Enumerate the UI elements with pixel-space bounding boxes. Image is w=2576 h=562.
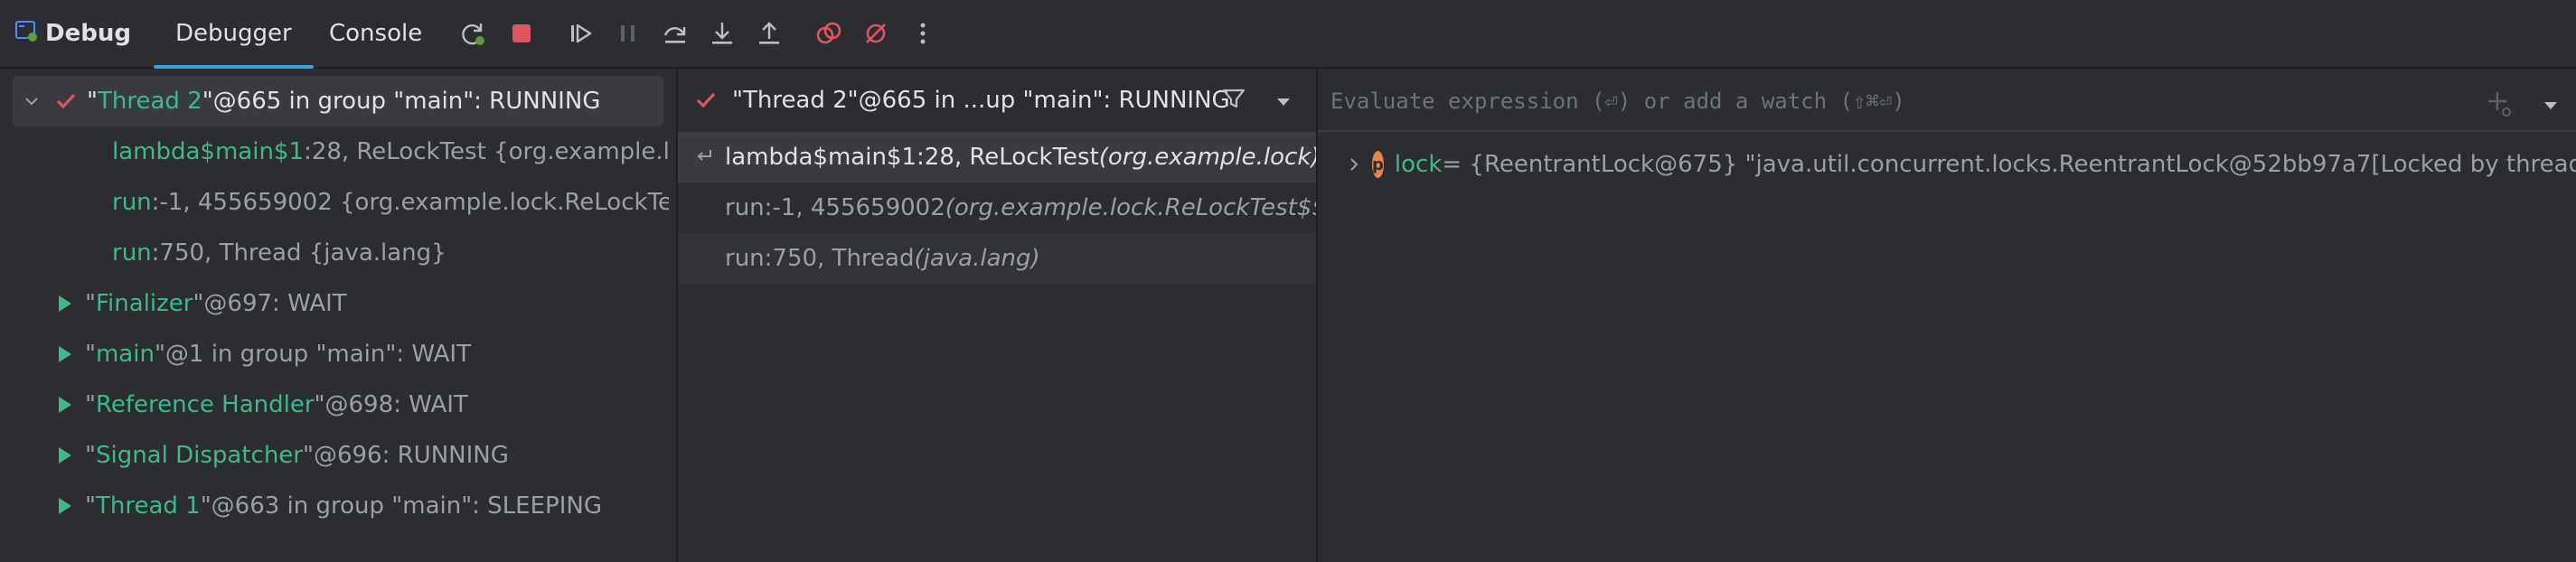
thread-name: Finalizer <box>95 290 193 317</box>
frame-location: :-1, 455659002 {org.example.lock.ReLockT… <box>151 189 669 216</box>
thread-row-current[interactable]: " Thread 2 "@665 in group "main": RUNNING <box>13 76 663 126</box>
thread-status: "@665 in group "main": RUNNING <box>202 88 601 115</box>
thread-selector[interactable]: "Thread 2"@665 in ...up "main": RUNNING <box>678 69 1316 132</box>
thread-row[interactable]: " Reference Handler "@698: WAIT <box>0 379 669 430</box>
expand-arrow-icon[interactable] <box>51 445 78 465</box>
view-breakpoints-icon[interactable] <box>813 18 844 49</box>
frame-row[interactable]: run:750, Thread (java.lang) <box>678 233 1316 284</box>
thread-row[interactable]: " main "@1 in group "main": WAIT <box>0 329 669 379</box>
frames-pane: "Thread 2"@665 in ...up "main": RUNNING … <box>676 69 1316 562</box>
frame-row[interactable]: run:-1, 455659002 (org.example.lock.ReLo… <box>678 183 1316 233</box>
thread-prefix: " <box>85 290 96 317</box>
more-icon[interactable] <box>907 18 938 49</box>
thread-name: main <box>95 341 155 368</box>
step-over-icon[interactable] <box>660 18 691 49</box>
debug-window-icon <box>14 19 38 49</box>
frame-row[interactable]: lambda$main$1:28, ReLockTest {org.exampl… <box>0 126 669 177</box>
variable-value: = {ReentrantLock@675} "java.util.concurr… <box>1442 151 2576 178</box>
thread-name: Thread 2 <box>97 88 202 115</box>
debug-tool-window-title: Debug <box>14 0 131 67</box>
filter-icon[interactable] <box>1220 85 1247 118</box>
frame-package: (org.example.lock.ReLockTest$$L <box>945 194 1316 221</box>
chevron-down-icon[interactable] <box>18 92 45 110</box>
thread-prefix: " <box>85 341 96 368</box>
thread-name: Signal Dispatcher <box>95 442 303 469</box>
thread-status: "@663 in group "main": SLEEPING <box>200 492 602 520</box>
add-watch-icon[interactable] <box>2484 89 2515 126</box>
dropdown-arrow-icon[interactable] <box>1274 90 1293 117</box>
resume-icon[interactable] <box>566 18 597 49</box>
pause-icon[interactable] <box>613 18 644 49</box>
field-badge-icon: p <box>1372 151 1384 178</box>
expand-arrow-icon[interactable] <box>51 395 78 415</box>
eval-separator <box>1318 130 2576 132</box>
return-arrow-icon <box>692 145 716 174</box>
variables-pane: Evaluate expression (⏎) or add a watch (… <box>1316 69 2576 562</box>
thread-prefix: " <box>85 391 96 418</box>
frame-method: run <box>112 239 152 267</box>
debug-title: Debug <box>45 20 131 47</box>
tab-debugger[interactable]: Debugger <box>154 0 314 69</box>
rerun-icon[interactable] <box>457 18 488 49</box>
frame-package: (java.lang) <box>914 245 1040 272</box>
checkmark-icon <box>52 89 80 113</box>
mute-breakpoints-icon[interactable] <box>860 18 891 49</box>
variable-row[interactable]: p lock = {ReentrantLock@675} "java.util.… <box>1318 139 2576 190</box>
thread-name: Reference Handler <box>95 391 315 418</box>
thread-prefix: " <box>85 492 96 520</box>
eval-placeholder: Evaluate expression (⏎) or add a watch (… <box>1330 89 1905 114</box>
frame-row-selected[interactable]: lambda$main$1:28, ReLockTest (org.exampl… <box>678 132 1316 183</box>
chevron-right-icon[interactable] <box>1345 155 1363 173</box>
thread-row[interactable]: " Finalizer "@697: WAIT <box>0 278 669 329</box>
thread-row[interactable]: " Thread 1 "@663 in group "main": SLEEPING <box>0 481 669 531</box>
frame-location: run:750, Thread <box>725 245 915 272</box>
evaluate-expression-input[interactable]: Evaluate expression (⏎) or add a watch (… <box>1330 83 2460 119</box>
stop-icon[interactable] <box>506 18 537 49</box>
frame-location: run:-1, 455659002 <box>725 194 945 221</box>
expand-arrow-icon[interactable] <box>51 294 78 314</box>
expand-arrow-icon[interactable] <box>51 344 78 364</box>
step-into-icon[interactable] <box>707 18 738 49</box>
variable-name: lock <box>1394 151 1443 178</box>
tab-console[interactable]: Console <box>329 0 422 67</box>
expand-arrow-icon[interactable] <box>51 496 78 516</box>
frame-row[interactable]: run:750, Thread {java.lang} <box>0 228 669 278</box>
frame-location: :750, Thread {java.lang} <box>151 239 447 267</box>
thread-prefix: " <box>87 88 98 115</box>
thread-row[interactable]: " Signal Dispatcher "@696: RUNNING <box>0 430 669 481</box>
thread-status: "@698: WAIT <box>314 391 468 418</box>
debug-toolbar: Debug Debugger Console <box>0 0 2576 69</box>
frame-location: lambda$main$1:28, ReLockTest <box>725 144 1099 171</box>
thread-status: "@696: RUNNING <box>302 442 509 469</box>
frame-row[interactable]: run:-1, 455659002 {org.example.lock.ReLo… <box>0 177 669 228</box>
frame-package: (org.example.lock) <box>1098 144 1316 171</box>
thread-prefix: " <box>85 442 96 469</box>
checkmark-icon <box>692 89 719 112</box>
frame-location: :28, ReLockTest {org.example.lock} <box>304 138 669 165</box>
thread-selector-label: "Thread 2"@665 in ...up "main": RUNNING <box>732 87 1230 114</box>
thread-status: "@697: WAIT <box>193 290 347 317</box>
frame-method: run <box>112 189 152 216</box>
step-out-icon[interactable] <box>754 18 785 49</box>
frame-method: lambda$main$1 <box>112 138 305 165</box>
dropdown-arrow-icon[interactable] <box>2542 94 2560 121</box>
thread-status: "@1 in group "main": WAIT <box>154 341 471 368</box>
threads-pane: " Thread 2 "@665 in group "main": RUNNING … <box>0 69 669 562</box>
thread-name: Thread 1 <box>95 492 201 520</box>
